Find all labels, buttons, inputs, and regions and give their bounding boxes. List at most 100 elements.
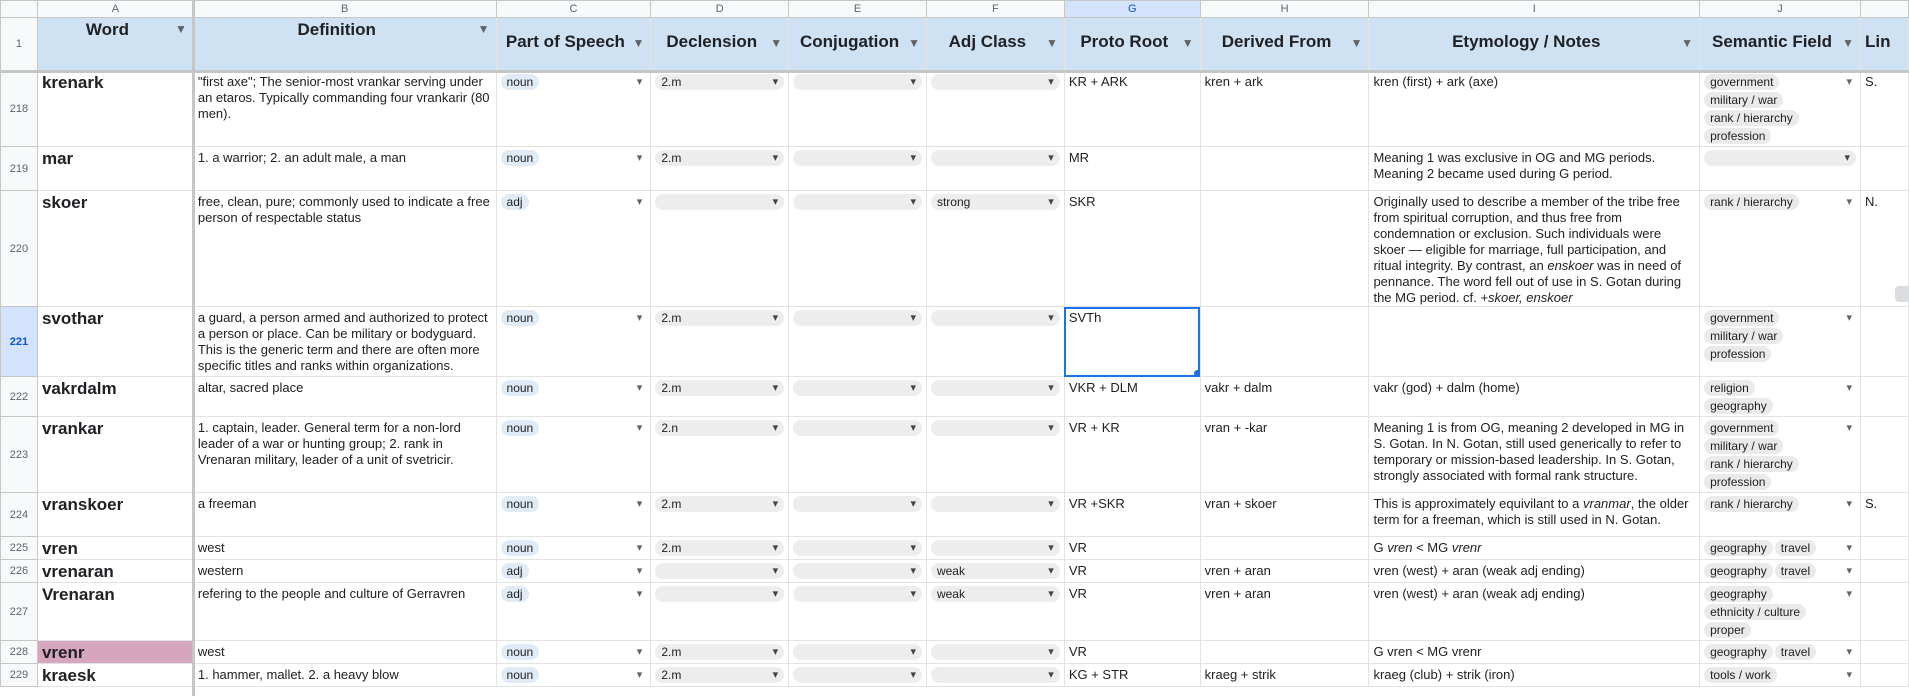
declension-cell[interactable]: 2.m <box>650 146 790 191</box>
proto-root-cell[interactable]: SKR <box>1063 190 1201 307</box>
semantic-field-chips[interactable]: government military / war profession ▾ <box>1704 310 1856 364</box>
proto-root-cell[interactable]: KG + STR <box>1063 663 1201 687</box>
part-of-speech-dropdown[interactable]: adj <box>500 194 647 210</box>
derived-from-cell[interactable] <box>1199 190 1370 307</box>
part-of-speech-dropdown[interactable]: noun <box>500 496 647 512</box>
conjugation-dropdown[interactable] <box>793 496 922 512</box>
declension-cell[interactable] <box>650 190 790 307</box>
declension-cell[interactable]: 2.m <box>650 640 790 664</box>
word-cell[interactable]: svothar <box>36 306 194 377</box>
adj-class-dropdown[interactable] <box>930 540 1060 556</box>
definition-cell[interactable]: a guard, a person armed and authorized t… <box>192 306 497 377</box>
semantic-field-chips[interactable]: tools / work ▾ <box>1704 667 1856 685</box>
part-of-speech-dropdown[interactable]: adj <box>500 563 647 579</box>
proto-root-cell[interactable]: VR +SKR <box>1063 492 1201 537</box>
etymology-cell[interactable]: G vren < MG vrenr <box>1368 536 1701 560</box>
declension-dropdown[interactable] <box>655 586 785 602</box>
declension-cell[interactable]: 2.m <box>650 376 790 417</box>
word-cell[interactable]: krenark <box>36 70 194 147</box>
row-number[interactable]: 228 <box>0 640 38 664</box>
header-derived-from[interactable]: Derived From ▼ <box>1199 17 1370 71</box>
part-of-speech-dropdown[interactable]: noun <box>500 420 647 436</box>
adj-class-cell[interactable] <box>925 640 1065 664</box>
filter-icon[interactable]: ▼ <box>632 36 644 50</box>
chevron-down-icon[interactable]: ▾ <box>1846 74 1852 90</box>
row-number[interactable]: 227 <box>0 582 38 641</box>
conjugation-dropdown[interactable] <box>793 586 922 602</box>
declension-cell[interactable]: 2.m <box>650 492 790 537</box>
derived-from-cell[interactable] <box>1199 146 1370 191</box>
link-cell[interactable] <box>1859 640 1909 664</box>
chevron-down-icon[interactable]: ▾ <box>1846 540 1852 556</box>
definition-cell[interactable]: "first axe"; The senior-most vrankar ser… <box>192 70 497 147</box>
etymology-cell[interactable]: Meaning 1 is from OG, meaning 2 develope… <box>1368 416 1701 493</box>
chevron-down-icon[interactable]: ▾ <box>1846 496 1852 512</box>
conjugation-cell[interactable] <box>788 640 927 664</box>
conjugation-cell[interactable] <box>788 663 927 687</box>
chevron-down-icon[interactable]: ▾ <box>1846 563 1852 579</box>
definition-cell[interactable]: western <box>192 559 497 583</box>
header-definition[interactable]: Definition ▼ <box>192 17 497 71</box>
filter-icon[interactable]: ▼ <box>478 22 490 36</box>
col-letter-g[interactable]: G <box>1063 0 1201 18</box>
etymology-cell[interactable] <box>1368 306 1701 377</box>
word-cell[interactable]: skoer <box>36 190 194 307</box>
col-letter-c[interactable]: C <box>495 0 652 18</box>
word-cell[interactable]: Vrenaran <box>36 582 194 641</box>
word-cell[interactable]: vrankar <box>36 416 194 493</box>
adj-class-cell[interactable] <box>925 146 1065 191</box>
word-cell[interactable]: mar <box>36 146 194 191</box>
derived-from-cell[interactable]: kren + ark <box>1199 70 1370 147</box>
col-letter-i[interactable]: I <box>1368 0 1701 18</box>
row-number[interactable]: 226 <box>0 559 38 583</box>
part-of-speech-cell[interactable]: noun <box>495 536 652 560</box>
adj-class-dropdown[interactable] <box>930 644 1060 660</box>
filter-icon[interactable]: ▼ <box>1046 36 1058 50</box>
part-of-speech-cell[interactable]: adj <box>495 582 652 641</box>
chevron-down-icon[interactable]: ▾ <box>1846 194 1852 210</box>
conjugation-cell[interactable] <box>788 492 927 537</box>
filter-icon[interactable]: ▼ <box>1842 36 1854 50</box>
etymology-cell[interactable]: Meaning 1 was exclusive in OG and MG per… <box>1368 146 1701 191</box>
row-number[interactable]: 221 <box>0 306 38 377</box>
part-of-speech-dropdown[interactable]: noun <box>500 667 647 683</box>
col-letter-h[interactable]: H <box>1199 0 1370 18</box>
derived-from-cell[interactable]: vren + aran <box>1199 559 1370 583</box>
semantic-field-chips[interactable]: geography ethnicity / culture proper ▾ <box>1704 586 1856 640</box>
spreadsheet[interactable]: A B C D E F G H I J 1 Word ▼ Definition ▼ … <box>0 0 1909 696</box>
declension-cell[interactable] <box>650 559 790 583</box>
proto-root-cell[interactable]: VR <box>1063 559 1201 583</box>
header-link[interactable]: Lin <box>1859 17 1909 71</box>
derived-from-cell[interactable]: vran + -kar <box>1199 416 1370 493</box>
word-cell[interactable]: vranskoer <box>36 492 194 537</box>
conjugation-dropdown[interactable] <box>793 667 922 683</box>
frozen-column-divider[interactable] <box>192 0 195 696</box>
derived-from-cell[interactable]: vren + aran <box>1199 582 1370 641</box>
filter-icon[interactable]: ▼ <box>770 36 782 50</box>
etymology-cell[interactable]: This is approximately equivilant to a vr… <box>1368 492 1701 537</box>
row-number[interactable]: 220 <box>0 190 38 307</box>
part-of-speech-cell[interactable]: adj <box>495 190 652 307</box>
conjugation-cell[interactable] <box>788 559 927 583</box>
adj-class-dropdown[interactable] <box>930 667 1060 683</box>
semantic-field-cell[interactable]: religion geography ▾ <box>1699 376 1861 417</box>
proto-root-cell[interactable]: VKR + DLM <box>1063 376 1201 417</box>
declension-dropdown[interactable]: 2.m <box>655 150 785 166</box>
etymology-cell[interactable]: vren (west) + aran (weak adj ending) <box>1368 582 1701 641</box>
select-all-corner[interactable] <box>0 0 38 18</box>
proto-root-cell[interactable]: MR <box>1063 146 1201 191</box>
derived-from-cell[interactable]: kraeg + strik <box>1199 663 1370 687</box>
definition-cell[interactable]: altar, sacred place <box>192 376 497 417</box>
col-letter-e[interactable]: E <box>788 0 927 18</box>
derived-from-cell[interactable] <box>1199 536 1370 560</box>
part-of-speech-dropdown[interactable]: noun <box>500 150 647 166</box>
semantic-field-cell[interactable] <box>1699 146 1861 191</box>
col-letter-a[interactable]: A <box>36 0 194 18</box>
semantic-field-cell[interactable]: geography travel ▾ <box>1699 640 1861 664</box>
conjugation-cell[interactable] <box>788 582 927 641</box>
semantic-field-cell[interactable]: government military / war rank / hierarchy… <box>1699 70 1861 147</box>
row-number[interactable]: 222 <box>0 376 38 417</box>
part-of-speech-cell[interactable]: noun <box>495 492 652 537</box>
conjugation-cell[interactable] <box>788 416 927 493</box>
header-word[interactable]: Word ▼ <box>36 17 194 71</box>
